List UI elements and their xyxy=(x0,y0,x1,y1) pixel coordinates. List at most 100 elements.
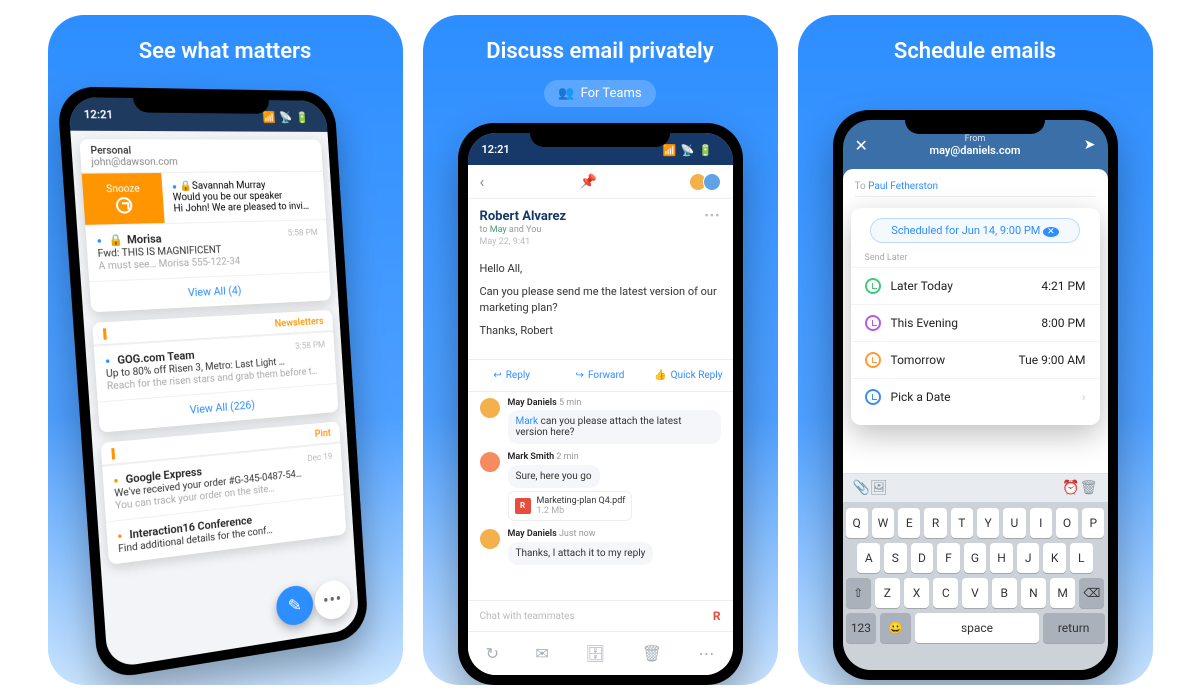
keyboard-key[interactable]: M xyxy=(1050,578,1075,608)
snooze-button[interactable]: Snooze xyxy=(81,173,164,225)
chat-bubble: Mark can you please attach the latest ve… xyxy=(508,410,721,444)
pin-icon[interactable]: 📌 xyxy=(580,174,597,190)
to-line: to May and You xyxy=(480,225,721,235)
keyboard-key[interactable]: N xyxy=(1021,578,1046,608)
more-icon[interactable]: ••• xyxy=(704,209,720,224)
nav-archive-icon[interactable]: 🗄 xyxy=(585,644,605,663)
chat-message: May Daniels 5 min Mark can you please at… xyxy=(480,398,721,444)
email-row-snooze[interactable]: Snooze 🔒Savannah Murray Would you be our… xyxy=(81,172,325,225)
keyboard-key[interactable]: U xyxy=(1003,508,1025,538)
keyboard-key[interactable]: G xyxy=(964,543,987,573)
keyboard-key[interactable]: F xyxy=(937,543,960,573)
chat-bubble: Thanks, I attach it to my reply xyxy=(508,542,654,565)
keyboard-key[interactable]: Y xyxy=(977,508,999,538)
keyboard-key[interactable]: R xyxy=(924,508,946,538)
top-bar: ‹ 📌 xyxy=(468,165,733,199)
option-time: › xyxy=(1082,390,1086,404)
clear-icon[interactable]: ✕ xyxy=(1043,227,1059,237)
more-fab[interactable]: ••• xyxy=(313,578,351,622)
schedule-option[interactable]: This Evening8:00 PM xyxy=(851,304,1100,341)
card-title: Newsletters xyxy=(274,316,324,330)
phone-screen: 12:21 📶📡🔋 ‹ 📌 ••• Robert Alvarez to May … xyxy=(468,133,733,675)
schedule-overlay: Scheduled for Jun 14, 9:00 PM ✕ Send Lat… xyxy=(851,208,1100,425)
status-time: 12:21 xyxy=(83,107,113,121)
attachment[interactable]: R Marketing-plan Q4.pdf1.2 Mb xyxy=(508,491,633,521)
phone-screen: 12:21 📶📡🔋 Personal john@dawson.com Snooz… xyxy=(67,97,359,669)
keyboard-key[interactable]: K xyxy=(1043,543,1066,573)
email-row[interactable]: 🔒Morisa Fwd: THIS IS MAGNIFICENT A must … xyxy=(85,219,329,281)
screenshot-panel-3: Schedule emails ✕ From may@daniels.com ➤… xyxy=(798,15,1153,685)
card-title: Pint xyxy=(314,428,331,440)
email-content[interactable]: 🔒Savannah Murray Would you be our speake… xyxy=(161,172,326,223)
keyboard-key[interactable]: L xyxy=(1070,543,1093,573)
avatar xyxy=(480,452,500,472)
keyboard-key[interactable]: V xyxy=(962,578,987,608)
keyboard-key[interactable]: E xyxy=(898,508,920,538)
to-field[interactable]: To Paul Fetherston xyxy=(855,177,1096,197)
header-label: From xyxy=(930,134,1021,144)
image-icon[interactable]: 🖼 xyxy=(870,480,888,496)
newsletters-card: Newsletters GOG.com Team Up to 80% off R… xyxy=(92,310,338,433)
headline: Schedule emails xyxy=(894,39,1056,64)
nav-trash-icon[interactable]: 🗑 xyxy=(642,644,662,663)
scheduled-pill[interactable]: Scheduled for Jun 14, 9:00 PM ✕ xyxy=(870,218,1079,243)
attach-size: 1.2 Mb xyxy=(537,506,565,516)
phone-screen: ✕ From may@daniels.com ➤ To Paul Fethers… xyxy=(843,120,1108,670)
attach-icon[interactable]: 📎 xyxy=(853,480,870,496)
send-icon[interactable]: ➤ xyxy=(1084,137,1096,153)
keyboard-key[interactable]: ⇧ xyxy=(846,578,871,608)
keyboard-key[interactable]: 123 xyxy=(846,613,877,643)
keyboard-key[interactable]: S xyxy=(884,543,907,573)
keyboard-key[interactable]: space xyxy=(915,613,1039,643)
status-bar: 12:21 📶📡🔋 xyxy=(67,97,327,132)
keyboard-key[interactable]: O xyxy=(1056,508,1078,538)
headline: Discuss email privately xyxy=(486,39,713,64)
option-time: 8:00 PM xyxy=(1041,316,1085,330)
clock-icon xyxy=(865,389,881,405)
keyboard-key[interactable]: ⌫ xyxy=(1079,578,1104,608)
keyboard-key[interactable]: Z xyxy=(875,578,900,608)
keyboard-key[interactable]: H xyxy=(990,543,1013,573)
compose-fab[interactable]: ✎ xyxy=(275,583,314,627)
keyboard-key[interactable]: T xyxy=(951,508,973,538)
pdf-icon: R xyxy=(515,498,531,514)
avatar xyxy=(703,173,721,191)
schedule-option[interactable]: Pick a Date› xyxy=(851,378,1100,415)
quick-reply-button[interactable]: 👍Quick Reply xyxy=(644,360,732,391)
avatars[interactable] xyxy=(693,173,721,191)
forward-button[interactable]: ↪Forward xyxy=(556,360,644,391)
keyboard-key[interactable]: C xyxy=(933,578,958,608)
keyboard-key[interactable]: P xyxy=(1082,508,1104,538)
option-time: Tue 9:00 AM xyxy=(1019,353,1086,367)
keyboard[interactable]: QWERTYUIOP ASDFGHJKL ⇧ZXCVBNM⌫ 123😀space… xyxy=(843,502,1108,670)
keyboard-key[interactable]: X xyxy=(904,578,929,608)
compose-header: ✕ From may@daniels.com ➤ xyxy=(843,120,1108,170)
keyboard-key[interactable]: Q xyxy=(846,508,868,538)
keyboard-key[interactable]: D xyxy=(911,543,934,573)
option-label: Later Today xyxy=(891,279,953,293)
chat-input[interactable]: Chat with teammates R xyxy=(468,600,733,631)
back-icon[interactable]: ‹ xyxy=(480,172,485,191)
reply-button[interactable]: ↩Reply xyxy=(468,360,556,391)
keyboard-key[interactable]: I xyxy=(1030,508,1052,538)
keyboard-key[interactable]: J xyxy=(1017,543,1040,573)
keyboard-key[interactable]: A xyxy=(857,543,880,573)
signoff: Thanks, Robert xyxy=(480,323,721,338)
nav-more-icon[interactable]: ⋯ xyxy=(698,644,714,663)
clock-icon[interactable]: ⏰ xyxy=(1062,480,1079,496)
keyboard-key[interactable]: 😀 xyxy=(880,613,911,643)
avatar xyxy=(480,529,500,549)
clock-icon xyxy=(865,315,881,331)
keyboard-key[interactable]: return xyxy=(1043,613,1105,643)
schedule-option[interactable]: Later Today4:21 PM xyxy=(851,267,1100,304)
nav-refresh-icon[interactable]: ↻ xyxy=(486,644,499,663)
clock-icon xyxy=(865,278,881,294)
screenshot-panel-2: Discuss email privately 👥For Teams 12:21… xyxy=(423,15,778,685)
trash-icon[interactable]: 🗑 xyxy=(1080,480,1098,496)
status-time: 12:21 xyxy=(482,143,510,156)
nav-compose-icon[interactable]: ✉ xyxy=(535,644,548,663)
keyboard-key[interactable]: B xyxy=(992,578,1017,608)
keyboard-key[interactable]: W xyxy=(872,508,894,538)
schedule-option[interactable]: TomorrowTue 9:00 AM xyxy=(851,341,1100,378)
close-icon[interactable]: ✕ xyxy=(855,136,868,155)
